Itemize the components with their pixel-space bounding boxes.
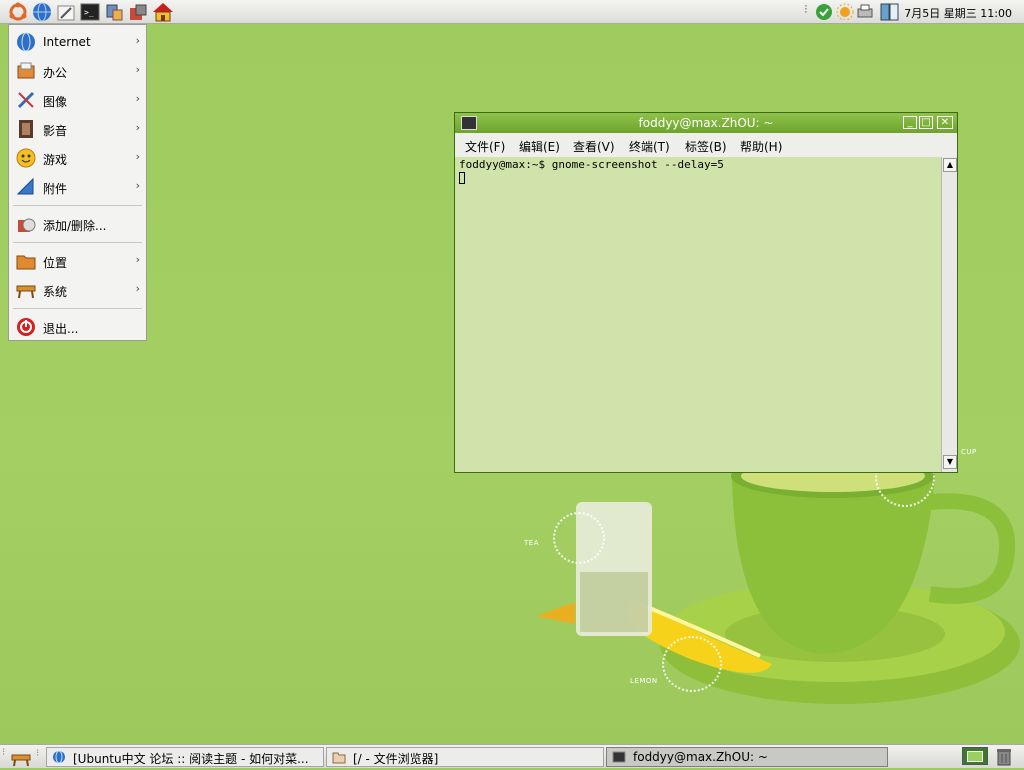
sun-icon[interactable] — [836, 2, 856, 22]
office-icon — [16, 61, 36, 81]
panel-handle[interactable]: ⁝ — [36, 748, 42, 766]
menu-item-internet[interactable]: Internet › — [9, 28, 146, 56]
panel-handle[interactable]: ⁝ — [2, 747, 8, 765]
menu-item-label: Internet — [43, 35, 91, 49]
task-label: [/ - 文件浏览器] — [353, 752, 439, 766]
menu-item-places[interactable]: 位置 › — [9, 247, 146, 275]
terminal-titlebar[interactable]: foddyy@max.ZhOU: ~ _ □ ✕ — [455, 113, 957, 133]
trash-icon[interactable] — [994, 746, 1014, 766]
menu-item-label: 添加/删除... — [43, 219, 107, 233]
menu-item-games[interactable]: 游戏 › — [9, 144, 146, 172]
vertical-scrollbar[interactable]: ▲ ▼ — [941, 157, 957, 472]
update-notifier-icon[interactable] — [815, 2, 835, 22]
menu-item-system[interactable]: 系统 › — [9, 276, 146, 304]
task-button-browser[interactable]: [Ubuntu中文 论坛 :: 阅读主题 - 如何对菜... — [46, 747, 324, 767]
show-desktop-icon[interactable] — [10, 747, 32, 767]
submenu-arrow-icon: › — [135, 150, 140, 163]
scroll-down-icon[interactable]: ▼ — [943, 455, 957, 469]
folder-icon — [332, 750, 346, 764]
scroll-up-icon[interactable]: ▲ — [943, 158, 957, 172]
minimize-button[interactable]: _ — [903, 116, 917, 129]
maximize-button[interactable]: □ — [919, 116, 933, 129]
menu-item-multimedia[interactable]: 影音 › — [9, 115, 146, 143]
menu-separator — [13, 242, 142, 243]
menu-help[interactable]: 帮助(H) — [740, 138, 782, 155]
menu-item-label: 图像 — [43, 95, 68, 109]
film-icon — [16, 119, 36, 139]
menu-edit[interactable]: 编辑(E) — [519, 138, 560, 155]
ubuntu-logo-icon[interactable] — [8, 2, 28, 22]
globe-icon[interactable] — [32, 2, 52, 22]
tea-label: TEA — [524, 539, 539, 547]
terminal-icon — [612, 750, 626, 764]
graphics-icon — [16, 90, 36, 110]
submenu-arrow-icon: › — [135, 63, 140, 76]
menu-item-label: 系统 — [43, 285, 68, 299]
terminal-icon[interactable]: >_ — [80, 2, 100, 22]
close-button[interactable]: ✕ — [937, 116, 953, 129]
menu-separator — [13, 308, 142, 309]
bottom-panel: ⁝ ⁝ [Ubuntu中文 论坛 :: 阅读主题 - 如何对菜... [/ - … — [0, 744, 1024, 768]
home-icon[interactable] — [152, 2, 173, 22]
globe-icon — [16, 32, 36, 52]
terminal-output[interactable]: foddyy@max:~$ gnome-screenshot --delay=5 — [455, 157, 941, 472]
task-label: [Ubuntu中文 论坛 :: 阅读主题 - 如何对菜... — [73, 752, 309, 766]
menu-item-label: 影音 — [43, 124, 68, 138]
accessories-icon — [16, 177, 36, 197]
menu-item-logout[interactable]: 退出... — [9, 313, 146, 341]
menu-item-label: 游戏 — [43, 153, 68, 167]
prompt-line: foddyy@max:~$ gnome-screenshot --delay=5 — [459, 158, 724, 171]
cup-label: CUP — [961, 448, 977, 456]
task-label: foddyy@max.ZhOU: ~ — [633, 750, 768, 764]
workspace-window-thumb — [967, 751, 983, 762]
submenu-arrow-icon: › — [135, 282, 140, 295]
globe-icon — [52, 750, 66, 764]
submenu-arrow-icon: › — [135, 179, 140, 192]
clock[interactable]: 7月5日 星期三 11:00 — [904, 5, 1012, 21]
menu-view[interactable]: 查看(V) — [573, 138, 615, 155]
printer-icon[interactable] — [856, 2, 876, 22]
menu-file[interactable]: 文件(F) — [465, 138, 505, 155]
top-panel: >_ ⁝ 7月5日 星期三 11:00 — [0, 0, 1024, 24]
applications-menu: Internet › 办公 › 图像 › 影音 › 游戏 › 附件 › 添加/删… — [8, 24, 147, 341]
submenu-arrow-icon: › — [135, 253, 140, 266]
lemon-label: LEMON — [630, 677, 658, 685]
terminal-window: foddyy@max.ZhOU: ~ _ □ ✕ 文件(F) 编辑(E) 查看(… — [454, 112, 958, 473]
menu-terminal[interactable]: 终端(T) — [629, 138, 670, 155]
submenu-arrow-icon: › — [135, 121, 140, 134]
text-cursor — [459, 172, 465, 184]
system-icon — [16, 280, 36, 300]
menu-item-accessories[interactable]: 附件 › — [9, 173, 146, 201]
add-remove-icon — [16, 214, 36, 234]
menu-item-label: 附件 — [43, 182, 68, 196]
games-icon — [16, 148, 36, 168]
svg-text:>_: >_ — [84, 8, 94, 17]
pen-icon[interactable] — [56, 2, 76, 22]
menu-separator — [13, 205, 142, 206]
task-button-terminal[interactable]: foddyy@max.ZhOU: ~ — [606, 747, 888, 767]
menu-item-office[interactable]: 办公 › — [9, 57, 146, 85]
network-icon[interactable] — [104, 2, 124, 22]
menu-tabs[interactable]: 标签(B) — [685, 138, 727, 155]
menu-item-label: 退出... — [43, 322, 79, 336]
package-icon[interactable] — [128, 2, 148, 22]
workspace-switcher[interactable] — [962, 747, 988, 765]
panel-handle[interactable]: ⁝ — [804, 2, 812, 22]
menu-item-label: 位置 — [43, 256, 68, 270]
workspace-switcher-icon[interactable] — [880, 2, 900, 22]
submenu-arrow-icon: › — [135, 34, 140, 47]
menu-item-add-remove[interactable]: 添加/删除... — [9, 210, 146, 238]
power-icon — [16, 317, 36, 337]
menu-item-label: 办公 — [43, 66, 68, 80]
menu-item-graphics[interactable]: 图像 › — [9, 86, 146, 114]
folder-icon — [16, 251, 36, 271]
task-button-file-browser[interactable]: [/ - 文件浏览器] — [326, 747, 604, 767]
tea-ring — [553, 512, 605, 564]
window-title: foddyy@max.ZhOU: ~ — [638, 116, 774, 130]
terminal-menubar: 文件(F) 编辑(E) 查看(V) 终端(T) 标签(B) 帮助(H) — [455, 133, 957, 157]
submenu-arrow-icon: › — [135, 92, 140, 105]
lemon-ring — [662, 636, 722, 692]
